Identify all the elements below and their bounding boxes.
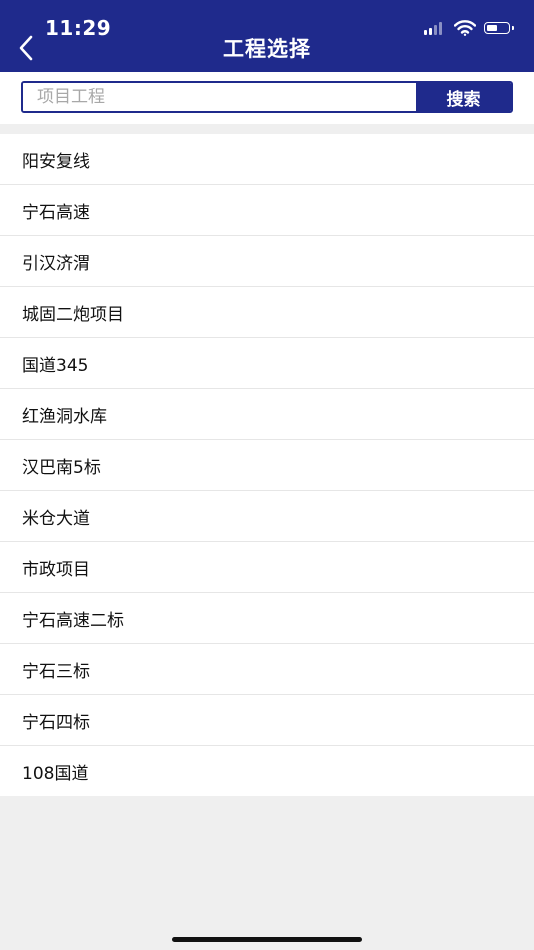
navigation-header: 11:29 工程选择	[0, 0, 534, 72]
search-button[interactable]: 搜索	[416, 83, 511, 111]
search-input[interactable]	[23, 83, 416, 111]
list-item[interactable]: 宁石四标	[0, 695, 534, 746]
list-item[interactable]: 国道345	[0, 338, 534, 389]
list-item[interactable]: 米仓大道	[0, 491, 534, 542]
page-title: 工程选择	[223, 37, 311, 61]
list-item[interactable]: 红渔洞水库	[0, 389, 534, 440]
search-box: 搜索	[21, 81, 513, 113]
search-bar: 搜索	[0, 72, 534, 124]
list-item[interactable]: 阳安复线	[0, 134, 534, 185]
list-item[interactable]: 汉巴南5标	[0, 440, 534, 491]
list-item[interactable]: 宁石高速	[0, 185, 534, 236]
project-list: 阳安复线 宁石高速 引汉济渭 城固二炮项目 国道345 红渔洞水库 汉巴南5标 …	[0, 134, 534, 796]
list-item[interactable]: 宁石三标	[0, 644, 534, 695]
list-item[interactable]: 108国道	[0, 746, 534, 796]
list-item[interactable]: 城固二炮项目	[0, 287, 534, 338]
list-item[interactable]: 引汉济渭	[0, 236, 534, 287]
list-item[interactable]: 市政项目	[0, 542, 534, 593]
home-indicator[interactable]	[172, 937, 362, 942]
list-item[interactable]: 宁石高速二标	[0, 593, 534, 644]
